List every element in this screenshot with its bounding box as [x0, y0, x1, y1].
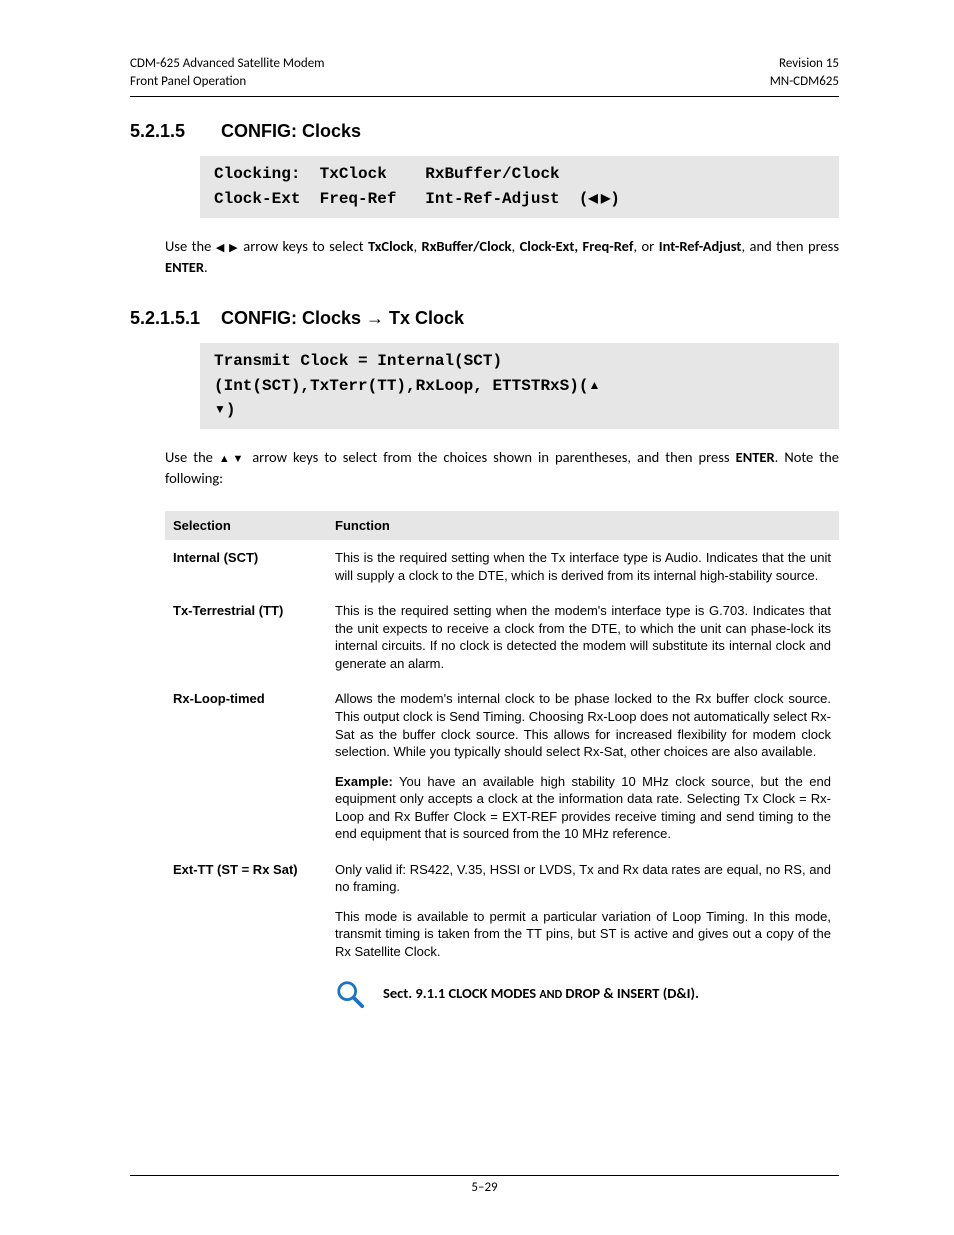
selection-name: Ext-TT (ST = Rx Sat)	[165, 852, 327, 1018]
magnifier-icon	[335, 979, 365, 1009]
selection-name: Tx-Terrestrial (TT)	[165, 593, 327, 681]
table-row: Rx-Loop-timed Allows the modem's interna…	[165, 681, 839, 851]
content: 5.2.1.5 CONFIG: Clocks Clocking: TxClock…	[130, 121, 839, 1017]
lcd-line2a: Clock-Ext Freq-Ref Int-Ref-Adjust (	[214, 190, 588, 208]
selection-table: Selection Function Internal (SCT) This i…	[165, 511, 839, 1017]
selection-function: Only valid if: RS422, V.35, HSSI or LVDS…	[327, 852, 839, 1018]
up-down-triangle-icon: ▲▼	[219, 452, 246, 465]
header-left: CDM-625 Advanced Satellite Modem Front P…	[130, 55, 325, 90]
col-selection: Selection	[165, 511, 327, 540]
heading-number: 5.2.1.5	[130, 121, 216, 142]
lcd-line1: Transmit Clock = Internal(SCT)	[214, 352, 502, 370]
selection-function: This is the required setting when the Tx…	[327, 540, 839, 593]
heading-number: 5.2.1.5.1	[130, 308, 216, 329]
heading-title-b: Tx Clock	[384, 308, 464, 328]
lcd-display-txclock: Transmit Clock = Internal(SCT) (Int(SCT)…	[200, 343, 839, 429]
header-rule	[130, 96, 839, 97]
header-product: CDM-625 Advanced Satellite Modem	[130, 56, 325, 71]
heading-title: CONFIG: Clocks	[221, 121, 361, 141]
page-header: CDM-625 Advanced Satellite Modem Front P…	[130, 55, 839, 90]
header-docnum: MN-CDM625	[770, 74, 839, 89]
header-section: Front Panel Operation	[130, 74, 246, 89]
lcd-line2b: )	[226, 401, 236, 419]
selection-function: This is the required setting when the mo…	[327, 593, 839, 681]
heading-tx-clock: 5.2.1.5.1 CONFIG: Clocks → Tx Clock	[130, 308, 839, 329]
page: CDM-625 Advanced Satellite Modem Front P…	[0, 0, 954, 1235]
header-revision: Revision 15	[779, 56, 839, 71]
lcd-display-clocks: Clocking: TxClock RxBuffer/Clock Clock-E…	[200, 156, 839, 218]
reference-row: Sect. 9.1.1 CLOCK MODES AND DROP & INSER…	[335, 979, 831, 1009]
table-row: Tx-Terrestrial (TT) This is the required…	[165, 593, 839, 681]
lcd-line2a: (Int(SCT),TxTerr(TT),RxLoop, ETTSTRxS)(	[214, 377, 588, 395]
col-function: Function	[327, 511, 839, 540]
lcd-line1: Clocking: TxClock RxBuffer/Clock	[214, 165, 560, 183]
selection-function: Allows the modem's internal clock to be …	[327, 681, 839, 851]
selection-name: Rx-Loop-timed	[165, 681, 327, 851]
table-row: Internal (SCT) This is the required sett…	[165, 540, 839, 593]
instruction-clocks: Use the ◀ ▶ arrow keys to select TxClock…	[165, 236, 839, 278]
left-right-triangle-icon: ◀ ▶	[216, 241, 239, 254]
arrow-right-icon: →	[366, 308, 384, 328]
page-number: 5–29	[471, 1180, 497, 1195]
reference-text: Sect. 9.1.1 CLOCK MODES AND DROP & INSER…	[383, 984, 699, 1004]
left-right-arrows-icon: ◀ ▶	[588, 191, 610, 205]
heading-title-a: CONFIG: Clocks	[221, 308, 366, 328]
lcd-line2b: )	[610, 190, 620, 208]
page-footer: 5–29	[130, 1175, 839, 1195]
selection-name: Internal (SCT)	[165, 540, 327, 593]
table-row: Ext-TT (ST = Rx Sat) Only valid if: RS42…	[165, 852, 839, 1018]
header-right: Revision 15 MN-CDM625	[770, 55, 839, 90]
table-header-row: Selection Function	[165, 511, 839, 540]
instruction-txclock: Use the ▲▼ arrow keys to select from the…	[165, 447, 839, 489]
heading-config-clocks: 5.2.1.5 CONFIG: Clocks	[130, 121, 839, 142]
